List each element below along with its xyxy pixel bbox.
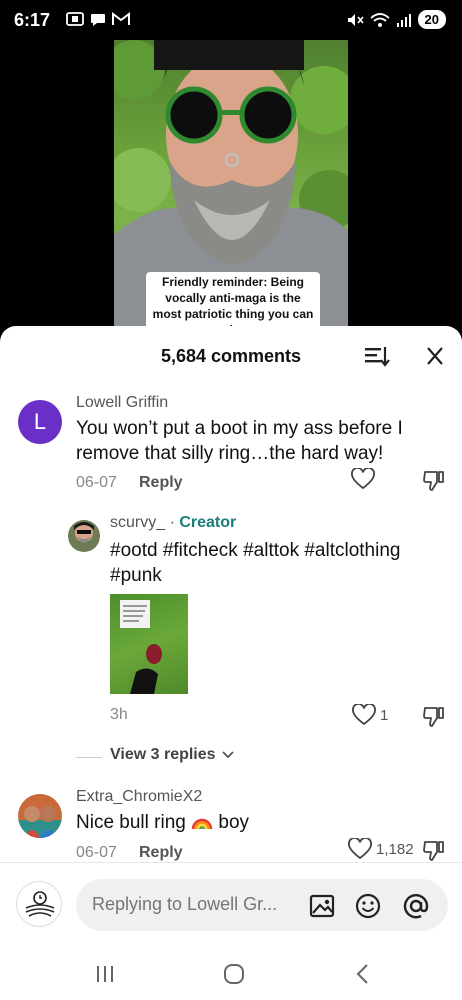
mute-icon bbox=[347, 13, 364, 26]
home-icon[interactable] bbox=[219, 960, 249, 988]
comment-username[interactable]: Extra_ChromieX2 bbox=[76, 788, 202, 806]
video-area[interactable]: Friendly reminder: Being vocally anti-ma… bbox=[0, 40, 462, 340]
system-icons: 20 bbox=[346, 10, 446, 29]
comment-date: 3h bbox=[110, 706, 128, 723]
back-icon[interactable] bbox=[348, 960, 378, 988]
wifi-icon bbox=[369, 12, 390, 27]
avatar[interactable]: L bbox=[18, 400, 62, 444]
heart-icon bbox=[352, 704, 376, 726]
avatar[interactable] bbox=[68, 520, 100, 552]
username-separator: · bbox=[165, 514, 180, 531]
creator-badge: Creator bbox=[179, 514, 237, 531]
divider bbox=[76, 757, 102, 758]
close-icon bbox=[427, 347, 443, 365]
view-replies-button[interactable]: View 3 replies bbox=[110, 746, 234, 764]
gmail-icon bbox=[112, 12, 130, 25]
system-nav-bar bbox=[0, 948, 462, 1000]
heart-icon bbox=[348, 838, 372, 860]
like-button[interactable]: 1,182 bbox=[348, 838, 414, 860]
comment-text: Nice bull ring boy bbox=[76, 810, 436, 835]
sort-icon bbox=[365, 347, 390, 367]
comment-input-bar bbox=[0, 862, 462, 948]
thumbs-down-icon bbox=[423, 707, 444, 727]
emoji-icon[interactable] bbox=[354, 892, 382, 920]
dislike-button[interactable] bbox=[422, 704, 446, 733]
avatar-image bbox=[68, 520, 100, 552]
comment-date: 06-07 bbox=[76, 474, 117, 491]
sort-button[interactable] bbox=[364, 344, 390, 368]
comment-input-container[interactable] bbox=[76, 879, 448, 931]
comment-text-end: boy bbox=[213, 812, 250, 833]
recent-apps-icon[interactable] bbox=[90, 960, 120, 988]
status-bar: 6:17 20 bbox=[0, 0, 462, 40]
signal-icon bbox=[396, 13, 411, 27]
comment-date: 06-07 bbox=[76, 844, 117, 861]
rainbow-emoji-icon bbox=[191, 818, 213, 830]
like-button[interactable] bbox=[351, 468, 375, 490]
comment-text: You won’t put a boot in my ass before I … bbox=[76, 418, 403, 464]
comments-count: 5,684 comments bbox=[160, 346, 302, 366]
like-count: 1,182 bbox=[376, 840, 414, 858]
comment-item: Extra_ChromieX2 Nice bull ring boy 06-07… bbox=[0, 782, 462, 872]
my-avatar[interactable] bbox=[16, 881, 62, 927]
chevron-down-icon bbox=[221, 751, 234, 759]
comments-header: 5,684 comments bbox=[0, 326, 462, 382]
thumbs-down-icon bbox=[423, 841, 444, 861]
notification-icons bbox=[66, 11, 130, 27]
screenshot-icon bbox=[66, 12, 84, 26]
comment-text-start: Nice bull ring bbox=[76, 812, 192, 833]
status-time: 6:17 bbox=[14, 10, 51, 30]
comment-text: #ootd #fitcheck #alttok #altclothing #pu… bbox=[110, 540, 401, 586]
close-button[interactable] bbox=[422, 344, 448, 368]
reply-button[interactable]: Reply bbox=[139, 844, 183, 862]
like-button[interactable]: 1 bbox=[352, 704, 388, 726]
comment-username[interactable]: scurvy_ · Creator bbox=[110, 514, 236, 532]
view-replies-label: View 3 replies bbox=[110, 746, 216, 763]
comment-image[interactable] bbox=[110, 594, 188, 694]
username-text: scurvy_ bbox=[110, 514, 166, 531]
comment-item: L Lowell Griffin You won’t put a boot in… bbox=[0, 386, 462, 506]
like-count: 1 bbox=[380, 706, 389, 724]
mention-icon[interactable] bbox=[402, 892, 430, 920]
reply-button[interactable]: Reply bbox=[139, 474, 183, 492]
my-avatar-icon bbox=[25, 891, 55, 917]
battery-badge: 20 bbox=[417, 10, 446, 29]
avatar[interactable] bbox=[18, 794, 62, 838]
thumbs-down-icon bbox=[423, 471, 444, 491]
dislike-button[interactable] bbox=[422, 468, 446, 497]
comment-username[interactable]: Lowell Griffin bbox=[76, 394, 168, 412]
heart-icon bbox=[351, 468, 375, 490]
comment-item: scurvy_ · Creator #ootd #fitcheck #altto… bbox=[0, 506, 462, 746]
comment-input[interactable] bbox=[92, 894, 302, 915]
avatar-image bbox=[18, 794, 62, 838]
image-icon[interactable] bbox=[308, 892, 336, 920]
comment-image-still bbox=[120, 600, 162, 694]
message-icon bbox=[91, 14, 105, 26]
